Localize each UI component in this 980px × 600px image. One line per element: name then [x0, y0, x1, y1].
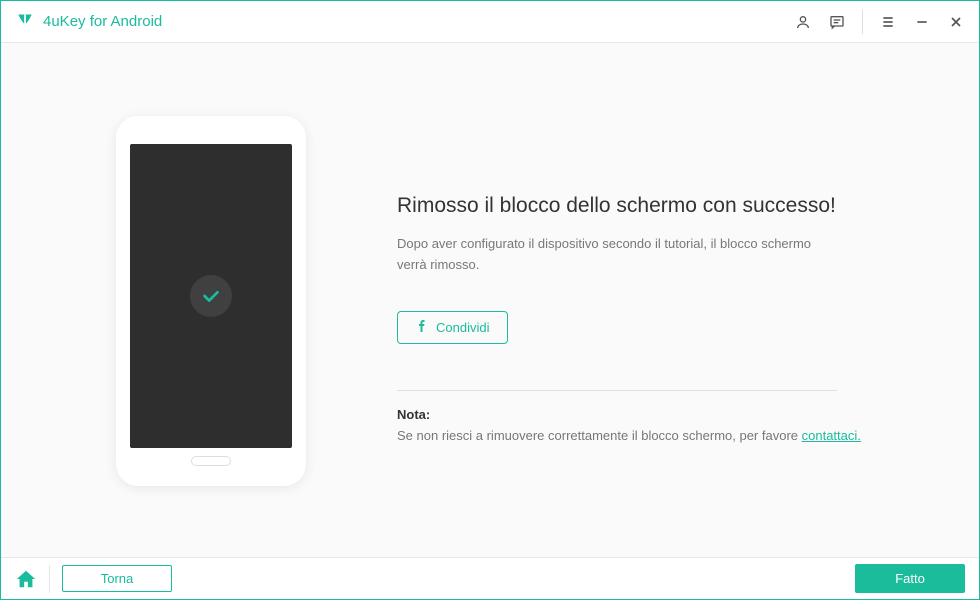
phone-mockup — [116, 116, 306, 486]
phone-illustration-column — [61, 116, 361, 486]
facebook-icon — [416, 319, 428, 336]
back-button[interactable]: Torna — [62, 565, 172, 592]
contact-link[interactable]: contattaci. — [802, 428, 861, 443]
menu-icon[interactable] — [879, 13, 897, 31]
feedback-icon[interactable] — [828, 13, 846, 31]
done-button[interactable]: Fatto — [855, 564, 965, 593]
account-icon[interactable] — [794, 13, 812, 31]
share-button[interactable]: Condividi — [397, 311, 508, 344]
section-divider — [397, 390, 837, 391]
phone-home-button — [191, 456, 231, 466]
titlebar: 4uKey for Android — [1, 1, 979, 43]
minimize-icon[interactable] — [913, 13, 931, 31]
success-check-icon — [190, 275, 232, 317]
home-icon[interactable] — [15, 568, 37, 590]
success-heading: Rimosso il blocco dello schermo con succ… — [397, 194, 919, 218]
app-logo: 4uKey for Android — [15, 12, 162, 32]
titlebar-controls — [794, 10, 965, 34]
app-title: 4uKey for Android — [43, 13, 162, 30]
titlebar-divider — [862, 10, 863, 34]
note-text: Se non riesci a rimuovere correttamente … — [397, 426, 919, 447]
footer-divider — [49, 565, 50, 593]
app-logo-icon — [15, 12, 35, 32]
close-icon[interactable] — [947, 13, 965, 31]
info-column: Rimosso il blocco dello schermo con succ… — [361, 154, 919, 447]
share-button-label: Condividi — [436, 320, 489, 335]
footer: Torna Fatto — [1, 557, 979, 599]
main-content: Rimosso il blocco dello schermo con succ… — [1, 43, 979, 558]
note-label: Nota: — [397, 407, 919, 422]
success-description: Dopo aver configurato il dispositivo sec… — [397, 234, 837, 276]
phone-screen — [130, 144, 292, 448]
